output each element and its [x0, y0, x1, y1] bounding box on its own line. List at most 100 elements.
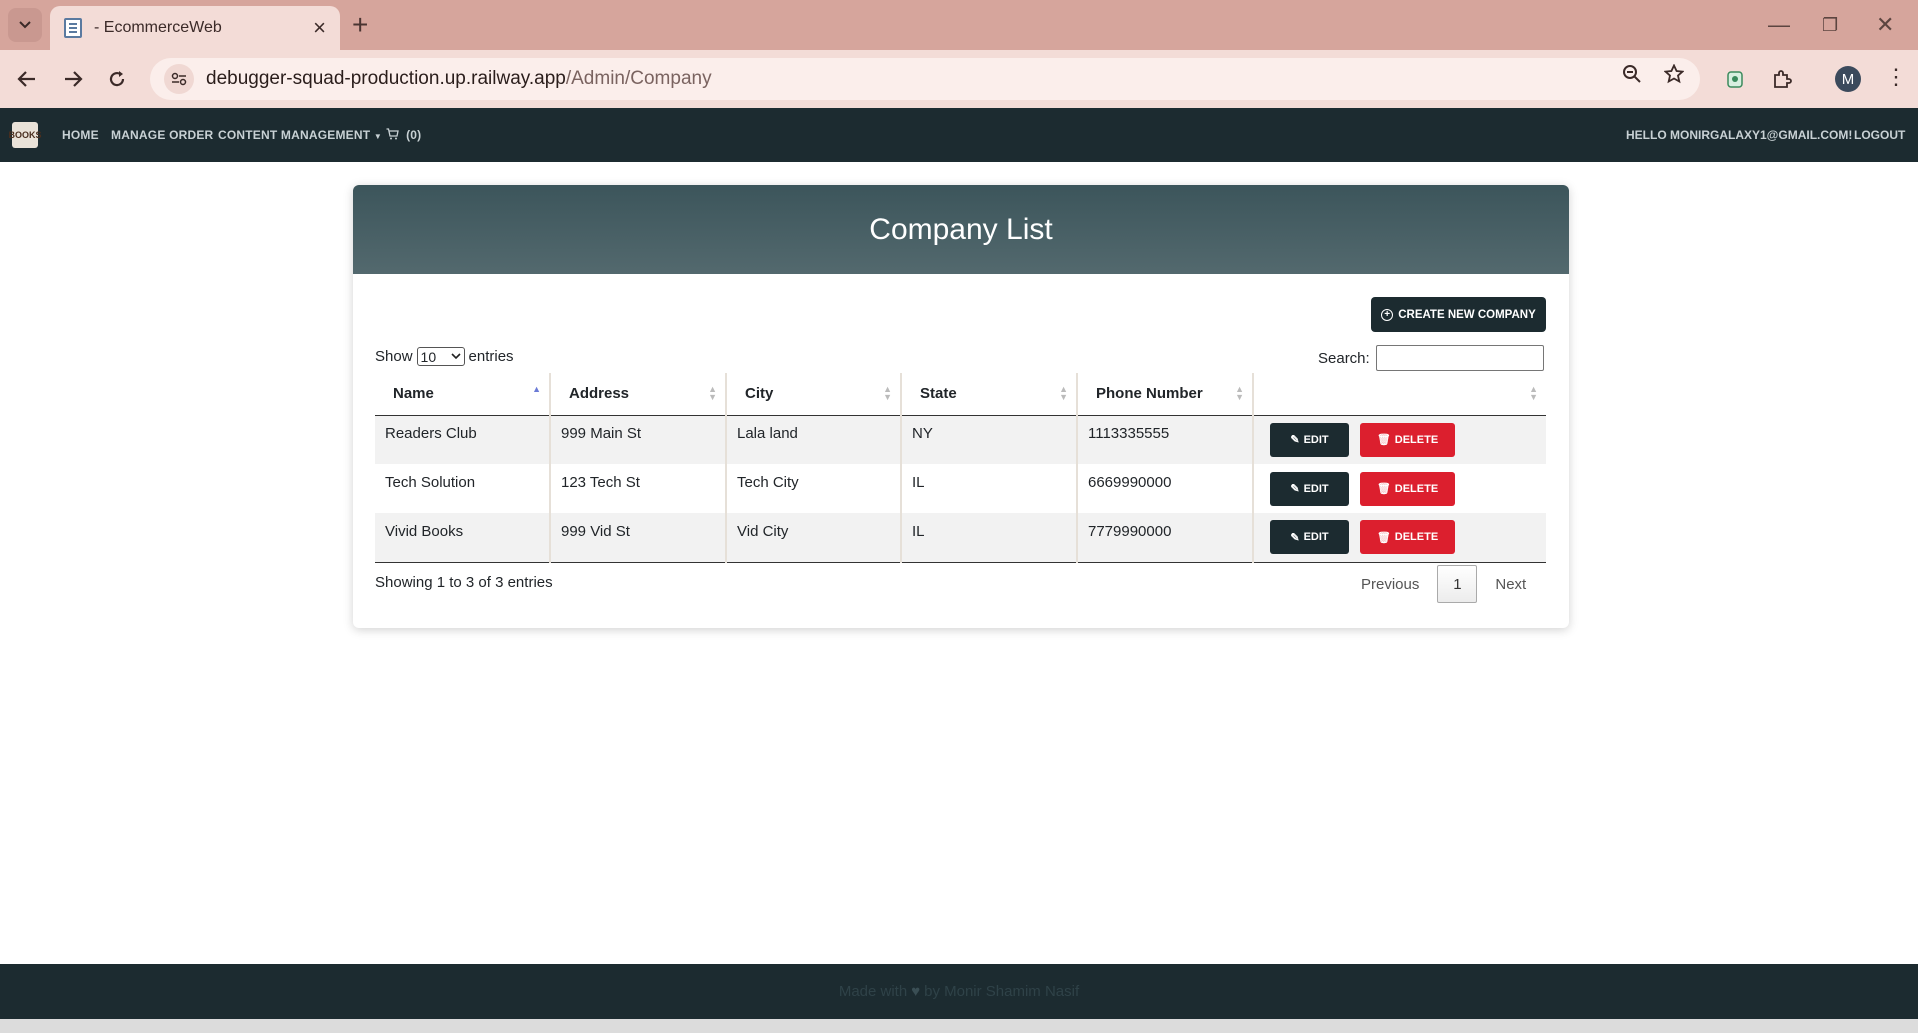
url-host: debugger-squad-production.up.railway.app	[206, 68, 566, 89]
column-header-city[interactable]: City ▲ ▼	[725, 373, 901, 416]
entries-length-control: Show 10 entries	[375, 347, 514, 366]
column-header-state[interactable]: State ▲ ▼	[900, 373, 1077, 416]
nav-content-management[interactable]: CONTENT MANAGEMENT ▼	[218, 128, 382, 142]
pagination: Previous 1 Next	[1343, 565, 1544, 603]
forward-button[interactable]	[56, 62, 90, 96]
nav-manage-order[interactable]: MANAGE ORDER	[111, 128, 213, 142]
extensions-puzzle-icon[interactable]	[1767, 64, 1797, 94]
column-header-phone[interactable]: Phone Number ▲ ▼	[1076, 373, 1253, 416]
browser-tab-active[interactable]: - EcommerceWeb ×	[50, 6, 340, 50]
cell-city: Lala land	[725, 415, 901, 464]
sort-icon: ▲ ▼	[1235, 384, 1244, 402]
cell-address: 999 Main St	[549, 415, 726, 464]
tab-search-button[interactable]	[8, 8, 42, 42]
new-tab-button[interactable]: +	[352, 10, 368, 40]
column-header-address[interactable]: Address ▲ ▼	[549, 373, 726, 416]
arrow-right-icon	[65, 71, 83, 87]
cell-phone: 6669990000	[1076, 464, 1253, 513]
brand-logo[interactable]: BOOKS	[9, 122, 42, 148]
cell-phone: 7779990000	[1076, 513, 1253, 563]
zoom-icon[interactable]	[1622, 64, 1642, 90]
plus-circle-icon: +	[1381, 308, 1394, 321]
minimize-icon[interactable]: —	[1768, 10, 1790, 40]
url-path: /Admin/Company	[565, 68, 712, 89]
table-row: Vivid Books 999 Vid St Vid City IL 77799…	[375, 513, 1546, 563]
cell-name: Vivid Books	[375, 513, 550, 563]
cell-address: 999 Vid St	[549, 513, 726, 563]
footer-author: by Monir Shamim Nasif	[924, 983, 1080, 1000]
cell-state: IL	[900, 513, 1077, 563]
nav-content-management-label: CONTENT MANAGEMENT	[218, 128, 371, 142]
restore-icon[interactable]: ❐	[1822, 10, 1838, 40]
nav-home[interactable]: HOME	[62, 128, 99, 142]
pagination-page-1[interactable]: 1	[1437, 565, 1478, 603]
page-favicon-icon	[64, 18, 82, 38]
cell-actions: ✎ EDIT 🗑 DELETE	[1252, 464, 1546, 513]
table-row: Tech Solution 123 Tech St Tech City IL 6…	[375, 464, 1546, 513]
browser-menu-icon[interactable]: ⋮	[1885, 64, 1907, 90]
cell-actions: ✎ EDIT 🗑 DELETE	[1252, 513, 1546, 563]
cell-phone: 1113335555	[1076, 415, 1253, 464]
cell-state: NY	[900, 415, 1077, 464]
table-info: Showing 1 to 3 of 3 entries	[375, 574, 553, 591]
edit-button[interactable]: ✎ EDIT	[1270, 422, 1349, 457]
footer-made-with: Made with	[838, 983, 908, 1000]
search-label: Search:	[1318, 349, 1370, 367]
site-info-icon[interactable]	[164, 64, 194, 94]
column-header-actions[interactable]: ▲ ▼	[1252, 373, 1546, 416]
address-bar[interactable]: debugger-squad-production.up.railway.app…	[150, 58, 1700, 100]
edit-icon: ✎	[1290, 434, 1300, 447]
tab-close-icon[interactable]: ×	[313, 17, 326, 39]
edit-button[interactable]: ✎ EDIT	[1270, 471, 1349, 506]
cell-city: Vid City	[725, 513, 901, 563]
trash-icon: 🗑	[1376, 434, 1391, 447]
delete-button[interactable]: 🗑 DELETE	[1360, 471, 1455, 506]
create-new-company-button[interactable]: + CREATE NEW COMPANY	[1371, 297, 1546, 332]
pagination-next[interactable]: Next	[1477, 576, 1544, 593]
sort-icon: ▲ ▼	[1059, 384, 1068, 402]
close-window-icon[interactable]: ✕	[1876, 10, 1894, 40]
search-input[interactable]	[1375, 345, 1544, 371]
extension-icon[interactable]	[1720, 64, 1750, 94]
profile-avatar[interactable]: M	[1835, 66, 1861, 92]
trash-icon: 🗑	[1376, 531, 1391, 544]
edit-button[interactable]: ✎ EDIT	[1270, 520, 1349, 555]
sort-icon: ▲ ▼	[883, 384, 892, 402]
trash-icon: 🗑	[1376, 483, 1391, 495]
reload-icon	[109, 71, 125, 87]
caret-down-icon: ▼	[373, 132, 382, 141]
company-list-card: Company List + CREATE NEW COMPANY Show 1…	[353, 185, 1569, 628]
chevron-down-icon	[450, 353, 461, 360]
nav-logout[interactable]: LOGOUT	[1854, 128, 1905, 142]
bottom-strip	[0, 1019, 1918, 1033]
reload-button[interactable]	[100, 62, 134, 96]
sort-icon: ▲ ▼	[1529, 384, 1538, 402]
app-navbar: BOOKS HOME MANAGE ORDER CONTENT MANAGEME…	[0, 108, 1918, 162]
table-search-control: Search:	[1318, 345, 1544, 371]
table-row: Readers Club 999 Main St Lala land NY 11…	[375, 415, 1546, 464]
cell-address: 123 Tech St	[549, 464, 726, 513]
entries-label: entries	[468, 348, 514, 365]
page-title: Company List	[869, 212, 1053, 246]
page-footer: Made with ♥ by Monir Shamim Nasif	[0, 964, 1918, 1019]
arrow-left-icon	[17, 71, 35, 87]
entries-select-value: 10	[420, 348, 437, 365]
delete-button[interactable]: 🗑 DELETE	[1360, 422, 1455, 457]
create-new-company-label: CREATE NEW COMPANY	[1398, 308, 1536, 321]
table-header-row: Name ▲ Address ▲ ▼ City ▲ ▼ State ▲ ▼ Phone Num…	[375, 373, 1546, 416]
pagination-previous[interactable]: Previous	[1343, 576, 1437, 593]
cell-name: Tech Solution	[375, 464, 550, 513]
bookmark-star-icon[interactable]	[1663, 63, 1685, 90]
chevron-down-icon	[19, 21, 31, 29]
sort-asc-icon: ▲	[532, 384, 541, 394]
back-button[interactable]	[10, 62, 44, 96]
delete-button[interactable]: 🗑 DELETE	[1360, 520, 1455, 555]
user-greeting[interactable]: HELLO MONIRGALAXY1@GMAIL.COM!	[1626, 128, 1852, 142]
cell-city: Tech City	[725, 464, 901, 513]
nav-cart[interactable]: (0)	[386, 128, 421, 142]
entries-select[interactable]: 10	[416, 347, 465, 366]
tab-title: - EcommerceWeb	[94, 19, 222, 36]
browser-toolbar: debugger-squad-production.up.railway.app…	[0, 50, 1918, 108]
column-header-name[interactable]: Name ▲	[375, 373, 550, 416]
show-label: Show	[375, 348, 413, 365]
